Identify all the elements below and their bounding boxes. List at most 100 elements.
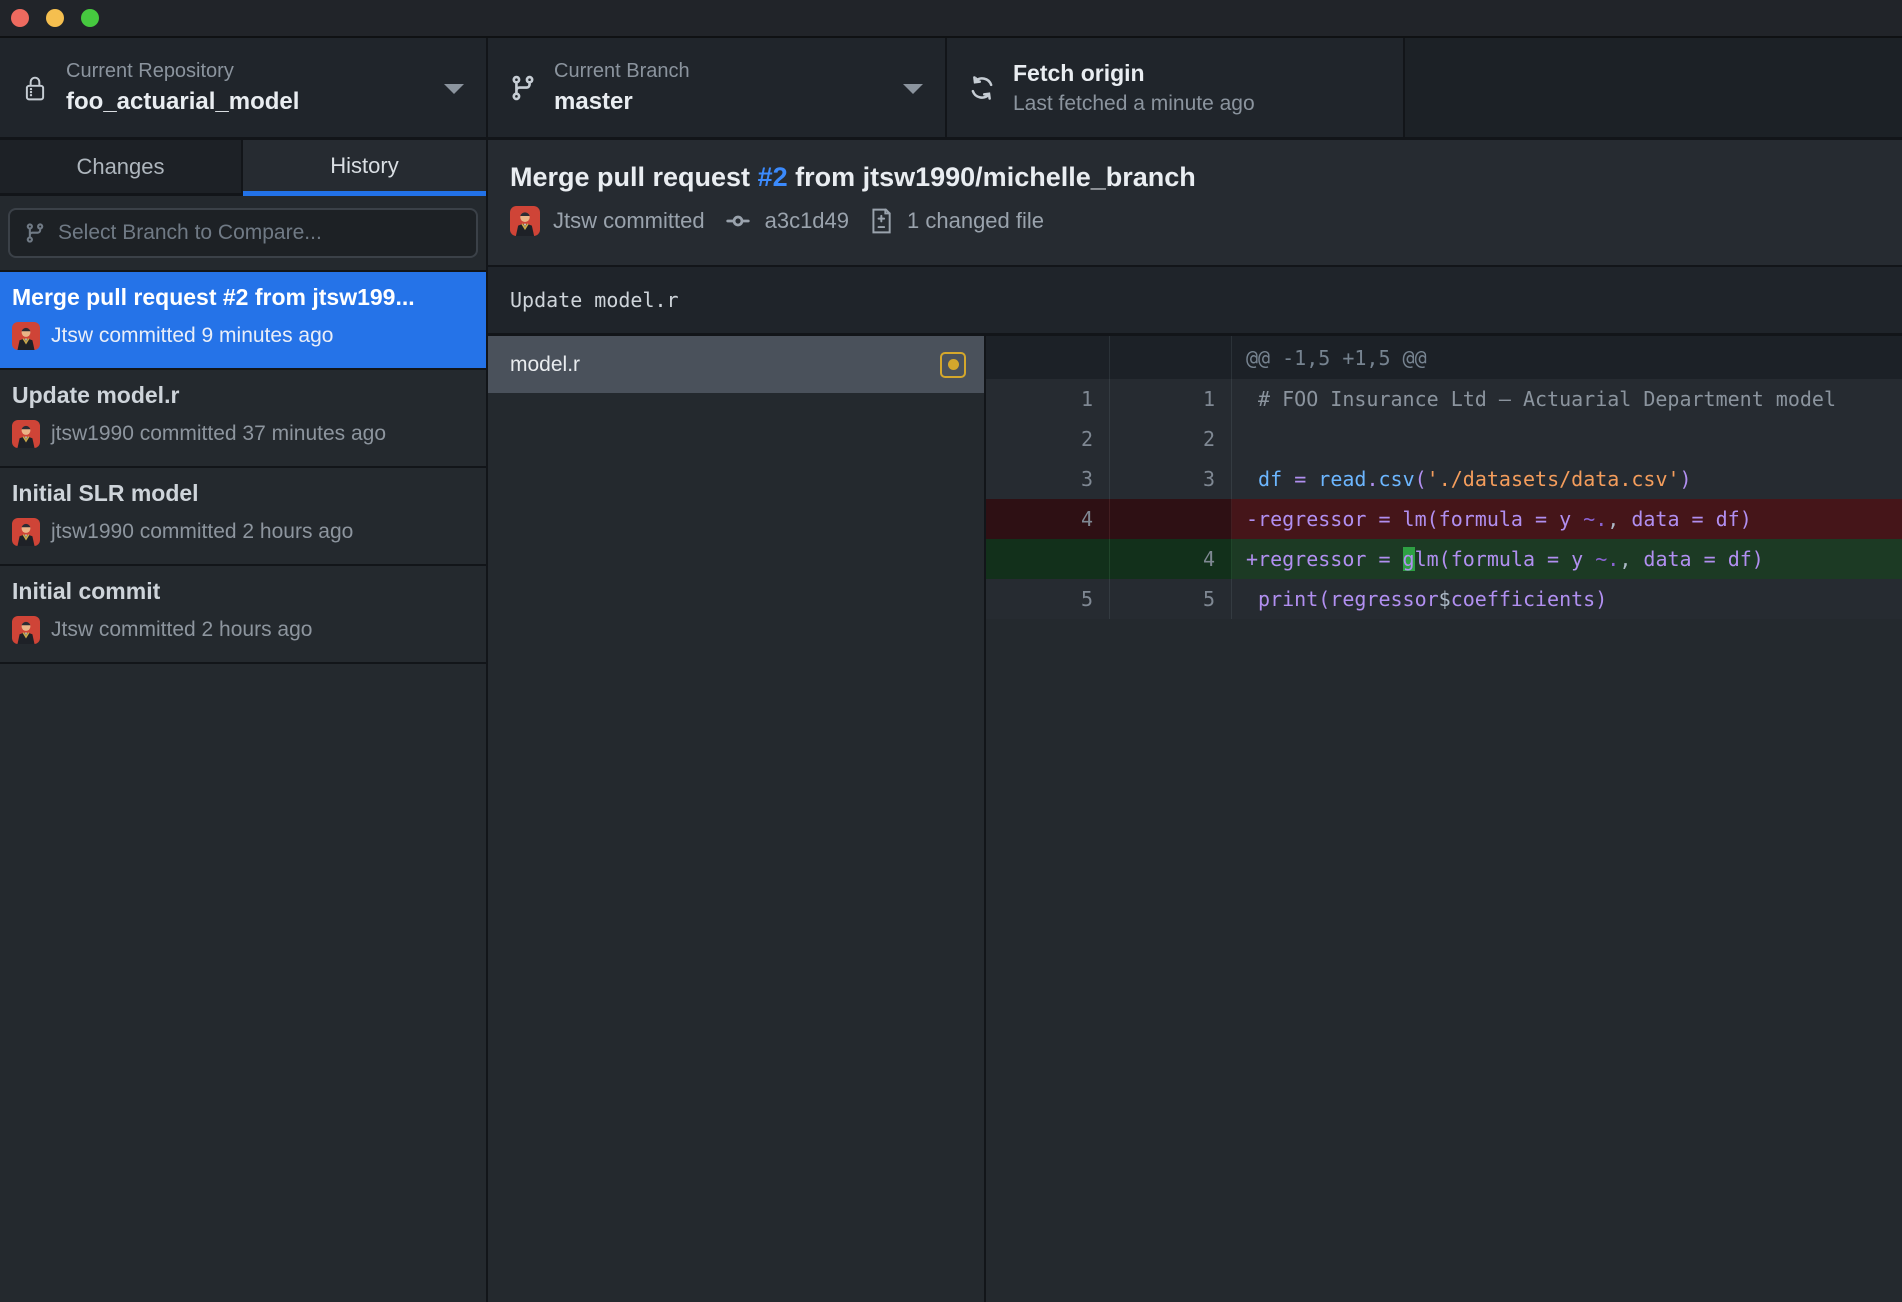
fetch-status: Last fetched a minute ago	[1013, 92, 1255, 116]
commit-detail-panel: Merge pull request #2 from jtsw1990/mich…	[488, 140, 1902, 1302]
title-text: from jtsw1990/michelle_branch	[788, 162, 1196, 192]
user-avatar-graphic	[12, 322, 40, 350]
file-list-item[interactable]: model.r	[488, 336, 984, 393]
diff-file-icon	[868, 206, 894, 236]
diff-row: 4 +regressor = glm(formula = y ~., data …	[986, 539, 1902, 579]
commit-list-item[interactable]: Merge pull request #2 from jtsw199... Jt…	[0, 272, 486, 370]
current-repository-button[interactable]: Current Repository foo_actuarial_model	[0, 38, 488, 137]
code-token: +regressor =	[1246, 547, 1403, 571]
diff-row: 4 -regressor = lm(formula = y ~., data =…	[986, 499, 1902, 539]
code-token: $	[1439, 587, 1451, 611]
code-token: data = df)	[1619, 507, 1751, 531]
diff-old-line-number: 4	[986, 499, 1110, 539]
diff-new-line-number: 1	[1110, 379, 1232, 419]
diff-row: @@ -1,5 +1,5 @@	[986, 336, 1902, 379]
tab-changes[interactable]: Changes	[0, 140, 243, 196]
file-name: model.r	[510, 353, 580, 377]
fetch-origin-label: Fetch origin	[1013, 60, 1255, 87]
zoom-window-button[interactable]	[81, 9, 99, 27]
commit-list-item[interactable]: Initial commit Jtsw committed 2 hours ag…	[0, 566, 486, 664]
diff-code-line: print(regressor$coefficients)	[1232, 579, 1902, 619]
user-avatar-graphic	[12, 616, 40, 644]
code-token: './datasets/data.csv'	[1427, 467, 1680, 491]
git-branch-icon	[506, 71, 540, 105]
code-token: g	[1403, 547, 1415, 571]
window-titlebar	[0, 0, 1902, 38]
code-token: read	[1318, 467, 1366, 491]
code-token: print(regressor	[1246, 587, 1439, 611]
diff-new-line-number	[1110, 499, 1232, 539]
code-token: =	[1294, 467, 1306, 491]
user-avatar-graphic	[12, 518, 40, 546]
changed-files-count: 1 changed file	[907, 208, 1044, 234]
code-token: csv	[1379, 467, 1415, 491]
avatar	[12, 616, 40, 644]
diff-row: 1 1 # FOO Insurance Ltd – Actuarial Depa…	[986, 379, 1902, 419]
diff-code-line: +regressor = glm(formula = y ~., data = …	[1232, 539, 1902, 579]
tab-history[interactable]: History	[243, 140, 486, 196]
commit-list-item[interactable]: Update model.r jtsw1990 committed 37 min…	[0, 370, 486, 468]
chevron-down-icon	[903, 84, 923, 94]
code-token: data = df)	[1631, 547, 1763, 571]
minimize-window-button[interactable]	[46, 9, 64, 27]
branch-label: Current Branch	[554, 60, 690, 83]
git-commit-icon	[724, 207, 752, 235]
fetch-origin-button[interactable]: Fetch origin Last fetched a minute ago	[947, 38, 1405, 137]
code-token	[1306, 467, 1318, 491]
github-desktop-window: { "window": { "traffic_lights": [ { "nam…	[0, 0, 1902, 1302]
commit-detail-title: Merge pull request #2 from jtsw1990/mich…	[510, 140, 1902, 193]
diff-new-line-number: 2	[1110, 419, 1232, 459]
diff-old-line-number: 3	[986, 459, 1110, 499]
commit-meta: jtsw1990 committed 37 minutes ago	[51, 422, 386, 446]
code-token: )	[1680, 467, 1692, 491]
diff-code-line	[1232, 419, 1902, 459]
code-token: ,	[1607, 507, 1619, 531]
sync-icon	[965, 73, 999, 103]
diff-content-area: model.r @@ -1,5 +1,5 @@ 1 1 # FOO Insura…	[488, 336, 1902, 1302]
branch-name: master	[554, 88, 690, 116]
code-token: # FOO Insurance Ltd – Actuarial Departme…	[1246, 387, 1836, 411]
diff-new-line-number: 3	[1110, 459, 1232, 499]
commit-title: Merge pull request #2 from jtsw199...	[12, 284, 476, 311]
diff-new-line-number: 4	[1110, 539, 1232, 579]
git-branch-icon	[24, 222, 46, 244]
diff-new-line-number: 5	[1110, 579, 1232, 619]
code-token: ,	[1619, 547, 1631, 571]
title-text: Merge pull request	[510, 162, 758, 192]
commit-list-item[interactable]: Initial SLR model jtsw1990 committed 2 h…	[0, 468, 486, 566]
avatar	[510, 206, 540, 236]
avatar	[12, 518, 40, 546]
diff-old-line-number: 5	[986, 579, 1110, 619]
sidebar-tabs: Changes History	[0, 140, 486, 196]
code-token: @@ -1,5 +1,5 @@	[1246, 346, 1427, 370]
code-token: lm(formula = y	[1415, 547, 1596, 571]
diff-old-line-number	[986, 539, 1110, 579]
changed-files-list: model.r	[488, 336, 986, 1302]
pr-number-link[interactable]: #2	[758, 162, 788, 192]
repository-label: Current Repository	[66, 60, 299, 83]
commit-title: Initial SLR model	[12, 480, 476, 507]
commit-description: Update model.r	[488, 267, 1902, 336]
diff-old-line-number: 2	[986, 419, 1110, 459]
commit-title: Initial commit	[12, 578, 476, 605]
diff-row: 2 2	[986, 419, 1902, 459]
compare-branch-placeholder: Select Branch to Compare...	[58, 221, 322, 245]
diff-viewer: @@ -1,5 +1,5 @@ 1 1 # FOO Insurance Ltd …	[986, 336, 1902, 1302]
diff-code-line: df = read.csv('./datasets/data.csv')	[1232, 459, 1902, 499]
chevron-down-icon	[444, 84, 464, 94]
commit-detail-meta: Jtsw committed a3c1d49 1 changed file	[510, 206, 1902, 236]
code-token: (	[1415, 467, 1427, 491]
current-branch-button[interactable]: Current Branch master	[488, 38, 947, 137]
diff-code-line: # FOO Insurance Ltd – Actuarial Departme…	[1232, 379, 1902, 419]
commit-author: Jtsw committed	[553, 208, 705, 234]
user-avatar-graphic	[510, 206, 540, 236]
lock-icon	[18, 72, 52, 104]
commit-meta: Jtsw committed 9 minutes ago	[51, 324, 333, 348]
compare-branch-input[interactable]: Select Branch to Compare...	[8, 208, 478, 258]
commit-detail-header: Merge pull request #2 from jtsw1990/mich…	[488, 140, 1902, 267]
close-window-button[interactable]	[11, 9, 29, 27]
diff-old-line-number: 1	[986, 379, 1110, 419]
code-token: .	[1366, 467, 1378, 491]
commit-title: Update model.r	[12, 382, 476, 409]
code-token	[1282, 467, 1294, 491]
